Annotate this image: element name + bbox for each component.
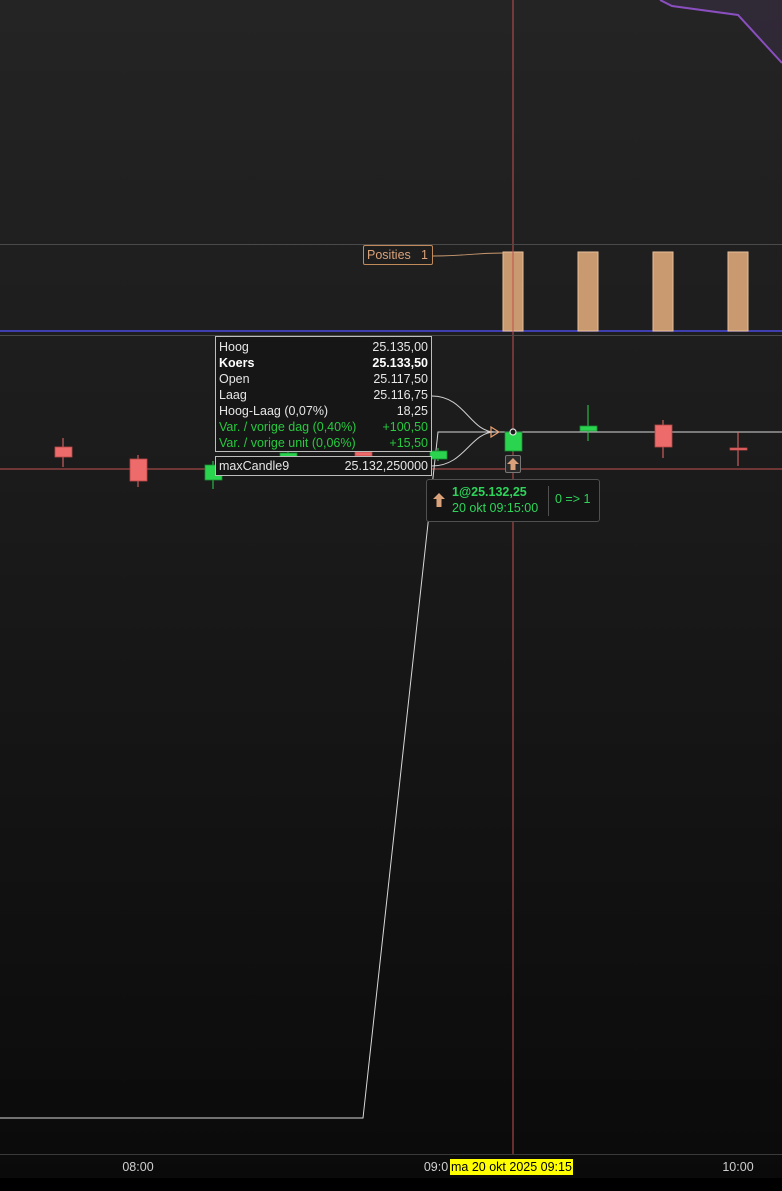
tooltip-row-low: Laag 25.116,75 (219, 387, 428, 403)
tooltip-label: Hoog-Laag (0,07%) (219, 404, 329, 418)
tooltip-label: Var. / vorige dag (0,40%) (219, 420, 357, 434)
candle-1000-body[interactable] (729, 447, 748, 451)
position-bar-0945[interactable] (652, 251, 674, 332)
trade-time: 20 okt 09:15:00 (452, 501, 539, 515)
tooltip-label: Var. / vorige unit (0,06%) (219, 436, 356, 450)
tooltip-row-open: Open 25.117,50 (219, 371, 428, 387)
up-arrow-icon (507, 458, 519, 470)
tooltip-value: 25.135,00 (372, 340, 428, 354)
maxcandle9-line (0, 431, 782, 1119)
tooltip-value: +15,50 (389, 436, 428, 450)
cursor-time-label: ma 20 okt 2025 09:15 (450, 1159, 573, 1175)
tooltip-label: Hoog (219, 340, 249, 354)
trade-divider (548, 486, 549, 516)
tooltip-connector-bottom (431, 431, 496, 467)
tooltip-connector-top (431, 395, 496, 433)
indicator-tooltip: maxCandle9 25.132,250000 (215, 456, 432, 476)
tooltip-row-day-change: Var. / vorige dag (0,40%) +100,50 (219, 419, 428, 435)
time-label-0800: 08:00 (122, 1160, 154, 1174)
position-label-connector (432, 252, 504, 257)
tooltip-value: 18,25 (396, 404, 428, 418)
chart-canvas[interactable] (0, 0, 782, 1191)
trade-entry-marker[interactable] (505, 455, 521, 473)
candle-0900-body[interactable] (429, 450, 448, 460)
candle-0930-body[interactable] (579, 425, 598, 432)
trade-price: 1@25.132,25 (452, 485, 527, 499)
candle-0745-body[interactable] (54, 446, 73, 458)
ohlc-tooltip: Hoog 25.135,00 Koers 25.133,50 Open 25.1… (215, 336, 432, 452)
candle-0800-body[interactable] (129, 458, 148, 482)
tooltip-value: 25.117,50 (373, 372, 428, 386)
tooltip-row-close: Koers 25.133,50 (219, 355, 428, 371)
time-label-0900: 09:0 (423, 1160, 449, 1174)
candle-0945-body[interactable] (654, 424, 673, 448)
tooltip-value: 25.116,75 (373, 388, 428, 402)
tooltip-value: +100,50 (382, 420, 428, 434)
tooltip-value: 25.133,50 (372, 356, 428, 370)
up-arrow-icon (433, 493, 445, 507)
time-axis[interactable]: 08:00 09:0 10:00 (0, 1154, 782, 1179)
indicator-name: maxCandle9 (219, 459, 290, 473)
trade-position-change: 0 => 1 (555, 492, 591, 506)
tooltip-row-unit-change: Var. / vorige unit (0,06%) +15,50 (219, 435, 428, 451)
cursor-point (509, 428, 517, 436)
positions-label-value: 1 (421, 248, 428, 262)
tooltip-label: Open (219, 372, 250, 386)
upper-indicator-fill (660, 0, 782, 63)
time-label-1000: 10:00 (722, 1160, 754, 1174)
positions-label-text: Posities (367, 248, 411, 262)
tooltip-label: Laag (219, 388, 247, 402)
positions-label: Posities 1 (363, 245, 433, 265)
indicator-value: 25.132,250000 (344, 459, 428, 473)
bottom-bar (0, 1178, 782, 1191)
trade-info-box[interactable]: 1@25.132,25 20 okt 09:15:00 0 => 1 (426, 479, 600, 522)
position-bars (502, 251, 749, 332)
position-bar-0930[interactable] (577, 251, 599, 332)
tooltip-row-high: Hoog 25.135,00 (219, 339, 428, 355)
position-bar-1000[interactable] (727, 251, 749, 332)
tooltip-row-range: Hoog-Laag (0,07%) 18,25 (219, 403, 428, 419)
tooltip-label: Koers (219, 356, 255, 370)
